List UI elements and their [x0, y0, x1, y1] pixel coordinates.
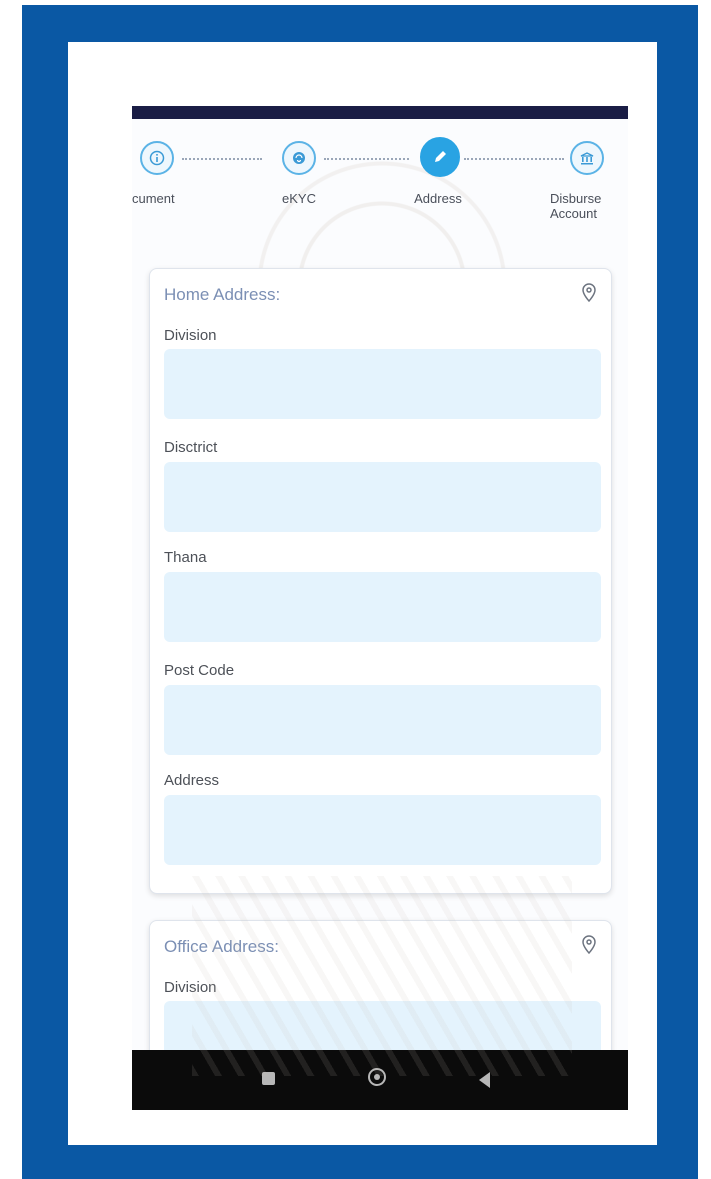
step-label-document: cument [132, 191, 175, 206]
bank-icon [580, 152, 594, 165]
step-label-disbursement-account: Disburse Account [550, 191, 602, 221]
division-label: Division [164, 979, 217, 996]
step-connector [182, 158, 262, 160]
location-pin-icon[interactable] [581, 283, 597, 303]
step-label-ekyc: eKYC [282, 191, 316, 206]
step-connector [464, 158, 564, 160]
home-post-code-input[interactable] [164, 685, 601, 755]
division-label: Division [164, 327, 217, 344]
home-address-title: Home Address: [164, 285, 281, 304]
step-ekyc[interactable] [282, 141, 316, 175]
home-address-card: Home Address: Division Disctrict Thana P… [149, 268, 612, 894]
phone-screen: cument eKYC Address Disburse Account Hom… [132, 106, 628, 1110]
edit-icon [435, 151, 446, 162]
home-division-input[interactable] [164, 349, 601, 419]
home-address-input[interactable] [164, 795, 601, 865]
home-thana-input[interactable] [164, 572, 601, 642]
step-connector [324, 158, 409, 160]
post-code-label: Post Code [164, 662, 235, 679]
android-nav-bar [132, 1050, 628, 1110]
thana-label: Thana [164, 549, 207, 566]
office-division-input[interactable] [164, 1001, 601, 1071]
fingerprint-icon [293, 152, 305, 164]
recent-apps-icon[interactable] [262, 1072, 275, 1085]
step-address[interactable] [420, 137, 460, 177]
office-address-title: Office Address: [164, 937, 279, 956]
address-label: Address [164, 772, 220, 789]
info-icon [149, 150, 165, 166]
location-pin-icon[interactable] [581, 935, 597, 955]
step-document[interactable] [140, 141, 174, 175]
district-label: Disctrict [164, 439, 218, 456]
step-disbursement-account[interactable] [570, 141, 604, 175]
progress-stepper: cument eKYC Address Disburse Account [132, 119, 628, 239]
home-icon[interactable] [368, 1068, 386, 1086]
status-bar [132, 106, 628, 119]
home-district-input[interactable] [164, 462, 601, 532]
step-label-address: Address [414, 191, 462, 206]
back-icon[interactable] [479, 1072, 490, 1088]
